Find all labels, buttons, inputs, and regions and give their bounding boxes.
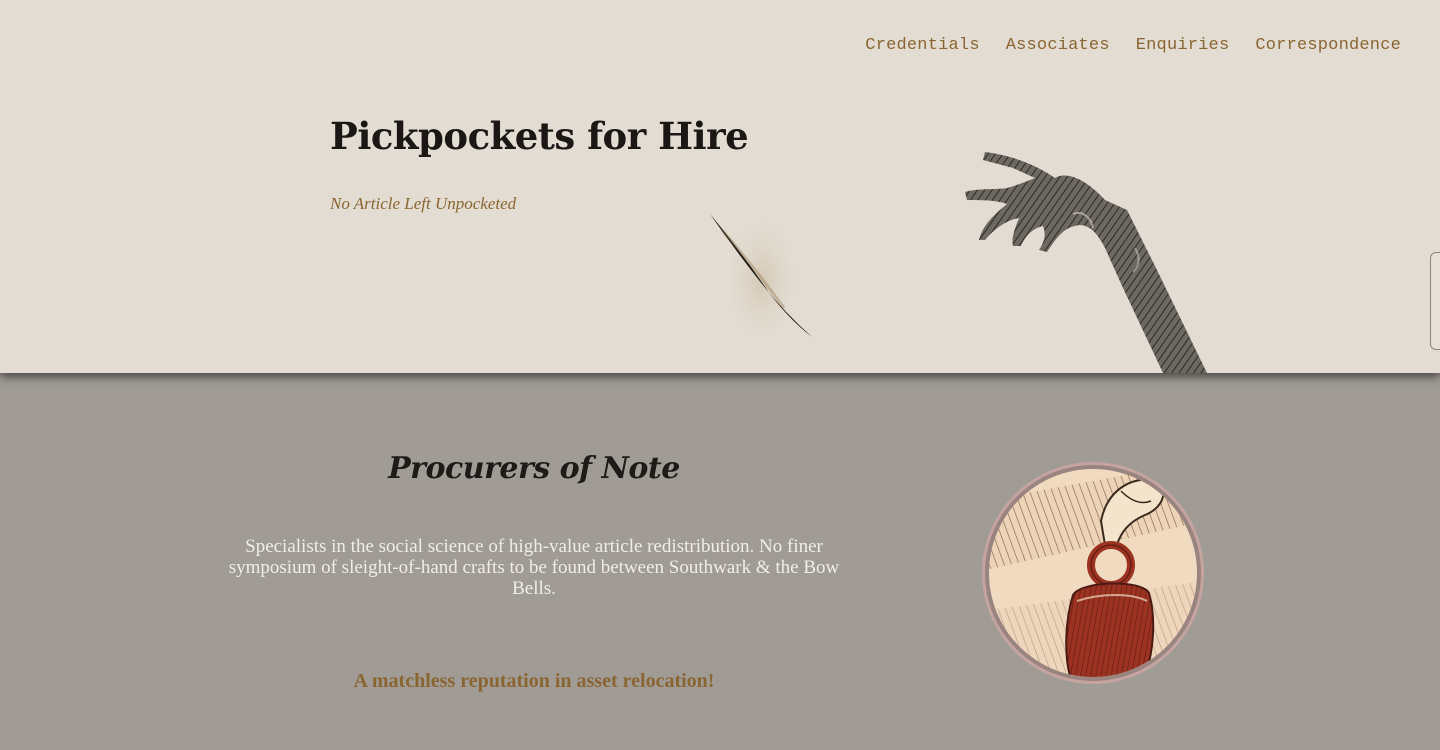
section-body: Specialists in the social science of hig… [228, 536, 840, 599]
pickpocket-purse-illustration [982, 462, 1204, 684]
hero-section: Credentials Associates Enquiries Corresp… [0, 0, 1440, 373]
about-section: Procurers of Note Specialists in the soc… [0, 373, 1440, 750]
section-accent: A matchless reputation in asset relocati… [353, 670, 715, 692]
side-scroll-tab[interactable] [1430, 252, 1440, 350]
nav-link-credentials[interactable]: Credentials [865, 36, 979, 55]
nav-link-enquiries[interactable]: Enquiries [1136, 36, 1230, 55]
hero-tagline: No Article Left Unpocketed [330, 194, 517, 213]
nav-link-correspondence[interactable]: Correspondence [1255, 36, 1401, 55]
reaching-hand-illustration [965, 152, 1207, 373]
section-title: Procurers of Note [388, 451, 680, 486]
main-nav: Credentials Associates Enquiries Corresp… [865, 36, 1401, 55]
page-title: Pickpockets for Hire [330, 114, 749, 158]
nav-link-associates[interactable]: Associates [1006, 36, 1110, 55]
blade-slash-icon [710, 210, 812, 350]
